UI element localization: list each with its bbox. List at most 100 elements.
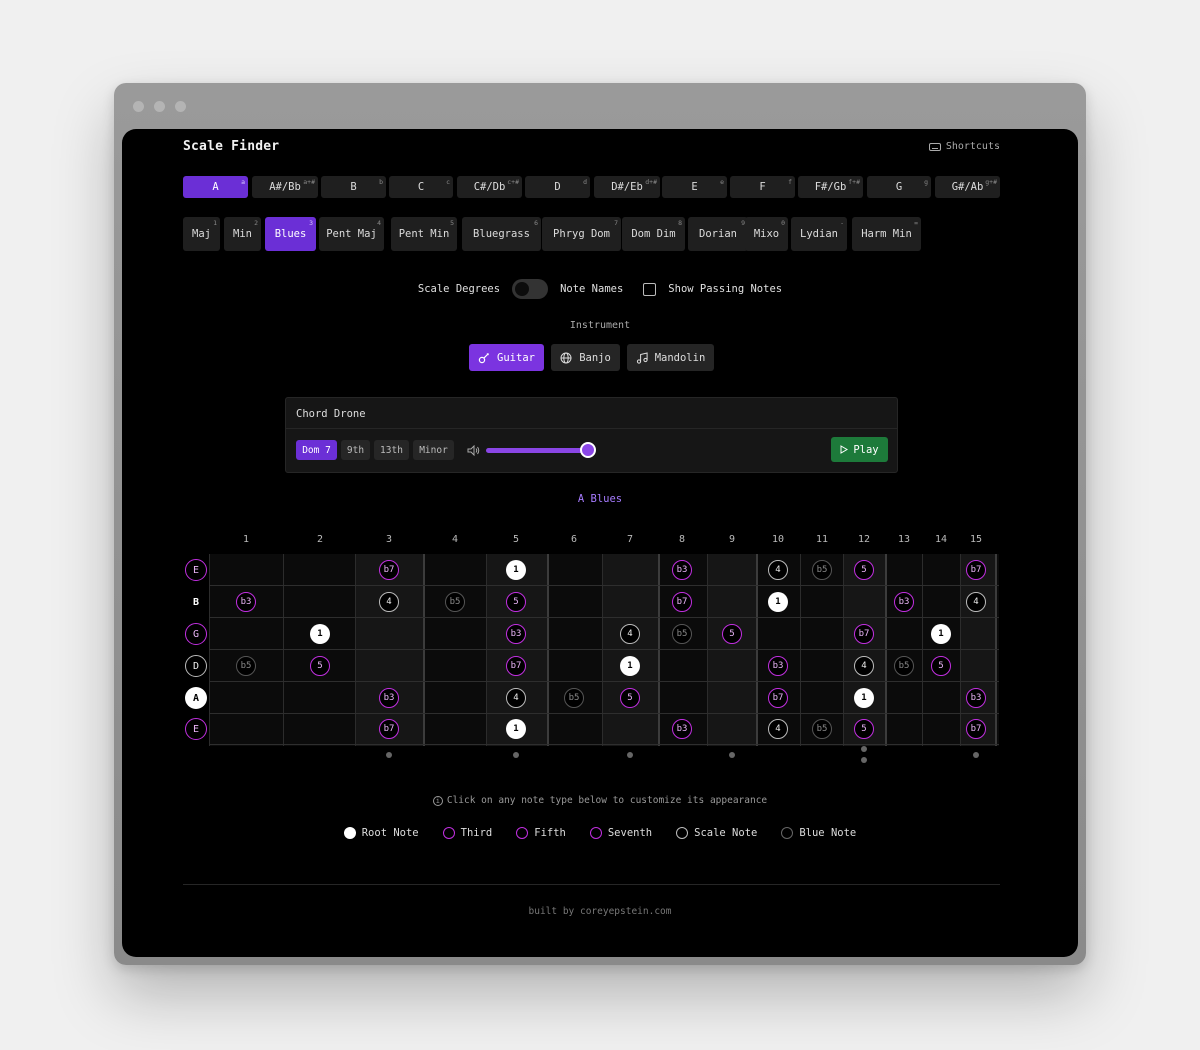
fret-note[interactable]: 5 (506, 592, 526, 612)
fret-note[interactable]: b5 (672, 624, 692, 644)
fret-note[interactable]: b7 (379, 719, 399, 739)
chord-13th-button[interactable]: 13th (374, 440, 409, 460)
fret-note[interactable]: b5 (564, 688, 584, 708)
fret-note[interactable]: b7 (379, 560, 399, 580)
fret-note[interactable]: 4 (768, 719, 788, 739)
fret-note[interactable]: b3 (506, 624, 526, 644)
fret-note[interactable]: b5 (812, 560, 832, 580)
fret-note[interactable]: 4 (854, 656, 874, 676)
scale-button-4[interactable]: Pent Min 5 (391, 217, 457, 251)
fret-note[interactable]: 1 (310, 624, 330, 644)
fret-note[interactable]: 1 (506, 560, 526, 580)
scale-button-9[interactable]: Mixo 0 (745, 217, 788, 251)
scale-button-10[interactable]: Lydian - (791, 217, 847, 251)
fret-note[interactable]: b3 (236, 592, 256, 612)
key-button-5[interactable]: Dd (525, 176, 590, 198)
inlay-fret-shade (843, 554, 885, 746)
instrument-mandolin-button[interactable]: Mandolin (627, 344, 714, 371)
open-string-4[interactable]: A (185, 687, 207, 709)
fret-note[interactable]: b7 (768, 688, 788, 708)
shortcut-hint: 6 (534, 219, 538, 227)
fret-note[interactable]: b3 (379, 688, 399, 708)
fret-note[interactable]: 1 (854, 688, 874, 708)
legend-item-fifth[interactable]: Fifth (516, 827, 566, 839)
chord-dom7-button[interactable]: Dom 7 (296, 440, 337, 460)
degrees-names-toggle[interactable] (512, 279, 549, 299)
chord-9th-button[interactable]: 9th (341, 440, 370, 460)
open-string-1[interactable]: B (185, 591, 207, 613)
scale-button-0[interactable]: Maj 1 (183, 217, 220, 251)
fret-note[interactable]: 4 (768, 560, 788, 580)
fret-note[interactable]: 1 (506, 719, 526, 739)
chord-minor-button[interactable]: Minor (413, 440, 454, 460)
fret-note[interactable]: 5 (854, 560, 874, 580)
scale-button-5[interactable]: Bluegrass 6 (462, 217, 541, 251)
shortcuts-link[interactable]: Shortcuts (928, 141, 1000, 152)
fret-note[interactable]: b7 (672, 592, 692, 612)
fret-note[interactable]: b3 (966, 688, 986, 708)
fret-note[interactable]: b7 (854, 624, 874, 644)
fret-note[interactable]: b3 (672, 719, 692, 739)
fret-note[interactable]: 4 (506, 688, 526, 708)
fret-note[interactable]: b3 (894, 592, 914, 612)
scale-button-3[interactable]: Pent Maj 4 (319, 217, 384, 251)
instrument-banjo-button[interactable]: Banjo (551, 344, 620, 371)
fret-note[interactable]: 4 (966, 592, 986, 612)
fret-note[interactable]: b7 (966, 719, 986, 739)
volume-slider-thumb[interactable] (580, 442, 596, 458)
fret-note[interactable]: 5 (722, 624, 742, 644)
fret-note[interactable]: b7 (966, 560, 986, 580)
fret-note[interactable]: 4 (620, 624, 640, 644)
key-button-label: F (759, 181, 766, 193)
fret-note[interactable]: 5 (620, 688, 640, 708)
fret-note[interactable]: 5 (854, 719, 874, 739)
scale-button-8[interactable]: Dorian 9 (688, 217, 748, 251)
key-button-6[interactable]: D#/Eb d+# (594, 176, 660, 198)
scale-button-7[interactable]: Dom Dim 8 (622, 217, 685, 251)
fret-note[interactable]: 1 (768, 592, 788, 612)
key-button-10[interactable]: Gg (867, 176, 931, 198)
maximize-dot[interactable] (175, 101, 186, 112)
key-button-1[interactable]: A#/Bb a+# (252, 176, 318, 198)
key-button-3[interactable]: Cc (389, 176, 453, 198)
fret-note[interactable]: 1 (931, 624, 951, 644)
key-button-2[interactable]: Bb (321, 176, 386, 198)
legend-item-root-note[interactable]: Root Note (343, 827, 419, 839)
fret-note[interactable]: b7 (506, 656, 526, 676)
key-button-0[interactable]: Aa (183, 176, 248, 198)
legend-item-third[interactable]: Third (442, 827, 492, 839)
legend-item-blue-note[interactable]: Blue Note (781, 827, 856, 839)
minimize-dot[interactable] (154, 101, 165, 112)
legend-item-seventh[interactable]: Seventh (589, 827, 652, 839)
open-string-2[interactable]: G (185, 623, 207, 645)
open-string-5[interactable]: E (185, 718, 207, 740)
key-button-4[interactable]: C#/Db c+# (457, 176, 522, 198)
volume-slider-track[interactable] (486, 448, 590, 453)
close-dot[interactable] (133, 101, 144, 112)
open-string-0[interactable]: E (185, 559, 207, 581)
instrument-guitar-button[interactable]: Guitar (469, 344, 544, 371)
fret-note[interactable]: 5 (310, 656, 330, 676)
key-button-9[interactable]: F#/Gb f+# (798, 176, 863, 198)
key-button-8[interactable]: Ff (730, 176, 795, 198)
fret-note[interactable]: 4 (379, 592, 399, 612)
scale-button-11[interactable]: Harm Min = (852, 217, 921, 251)
fret-note[interactable]: b5 (812, 719, 832, 739)
scale-button-2[interactable]: Blues 3 (265, 217, 316, 251)
key-button-11[interactable]: G#/Ab g+# (935, 176, 1000, 198)
footer-credit[interactable]: built by coreyepstein.com (122, 906, 1078, 917)
fret-note[interactable]: 5 (931, 656, 951, 676)
fret-note[interactable]: b5 (894, 656, 914, 676)
fret-note[interactable]: b3 (672, 560, 692, 580)
fret-note[interactable]: b5 (236, 656, 256, 676)
passing-notes-checkbox[interactable] (643, 282, 657, 296)
scale-button-1[interactable]: Min 2 (224, 217, 261, 251)
fret-note[interactable]: b3 (768, 656, 788, 676)
fret-note[interactable]: b5 (445, 592, 465, 612)
legend-item-scale-note[interactable]: Scale Note (676, 827, 757, 839)
open-string-3[interactable]: D (185, 655, 207, 677)
key-button-7[interactable]: Ee (662, 176, 727, 198)
play-button[interactable]: Play (831, 437, 888, 462)
scale-button-6[interactable]: Phryg Dom 7 (542, 217, 621, 251)
fret-note[interactable]: 1 (620, 656, 640, 676)
